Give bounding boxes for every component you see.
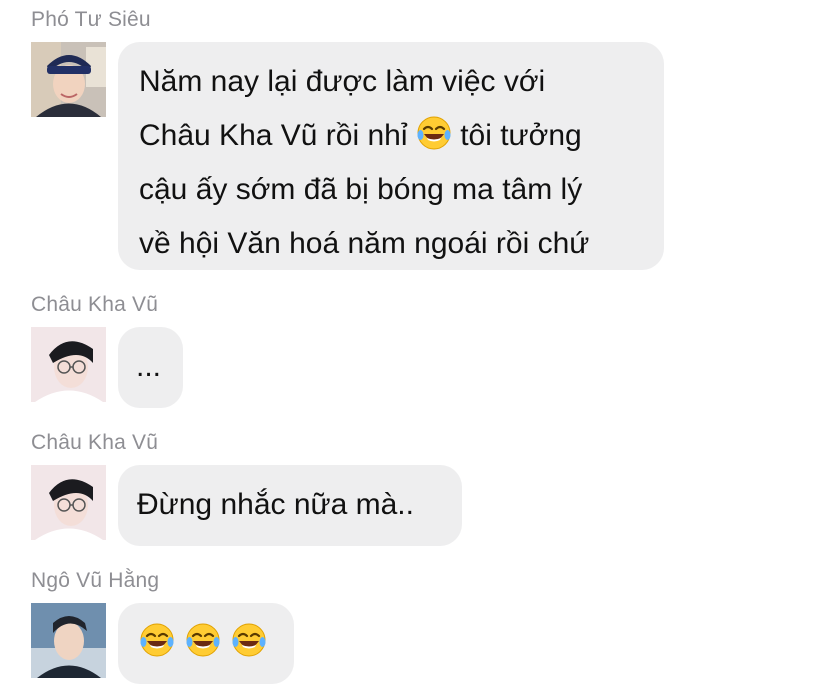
avatar-portrait-icon[interactable] bbox=[31, 603, 106, 678]
message-text: Đừng nhắc nữa mà.. bbox=[137, 488, 414, 521]
message-bubble[interactable]: Năm nay lại được làm việc với Châu Kha V… bbox=[118, 42, 664, 270]
face-with-tears-of-joy-icon bbox=[416, 115, 452, 151]
sender-name: Châu Kha Vũ bbox=[31, 431, 159, 454]
sender-name: Châu Kha Vũ bbox=[31, 293, 159, 316]
message-text: ... bbox=[136, 350, 162, 383]
message-bubble[interactable]: ... bbox=[118, 327, 183, 408]
message-bubble[interactable]: Đừng nhắc nữa mà.. bbox=[118, 465, 462, 546]
avatar-boy-cap-icon[interactable] bbox=[31, 42, 106, 117]
message-text-line: Năm nay lại được làm việc với bbox=[139, 65, 546, 98]
face-with-tears-of-joy-icon bbox=[139, 622, 175, 658]
face-with-tears-of-joy-icon bbox=[231, 622, 267, 658]
avatar-glasses-icon[interactable] bbox=[31, 327, 106, 402]
avatar-glasses-icon[interactable] bbox=[31, 465, 106, 540]
message-text-line: cậu ấy sớm đã bị bóng ma tâm lý bbox=[139, 173, 583, 206]
message-text-line: Châu Kha Vũ rồi nhỉ tôi tưởng bbox=[139, 109, 644, 163]
message-text-line: về hội Văn hoá năm ngoái rồi chứ bbox=[139, 227, 590, 260]
sender-name: Phó Tư Siêu bbox=[31, 8, 151, 31]
sender-name: Ngô Vũ Hằng bbox=[31, 569, 160, 592]
message-bubble[interactable] bbox=[118, 603, 294, 684]
face-with-tears-of-joy-icon bbox=[185, 622, 221, 658]
